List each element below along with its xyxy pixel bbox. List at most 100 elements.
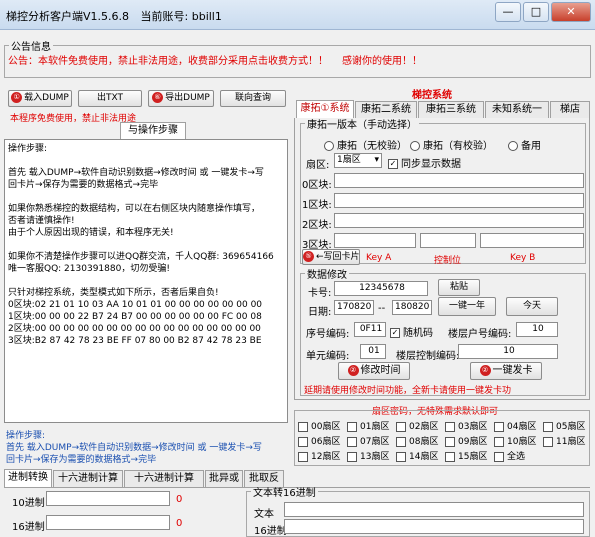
random-code-label: 随机码	[403, 328, 433, 339]
random-code-checkbox[interactable]: ✓ 随机码	[390, 324, 433, 339]
sector-checkbox-label: 03扇区	[458, 422, 488, 432]
export-dump-button[interactable]: ⑥ 导出DUMP	[148, 90, 214, 107]
floor-control-label: 楼层控制编码:	[396, 351, 460, 362]
one-year-button[interactable]: 一键一年	[438, 297, 496, 316]
date-from-input[interactable]: 170820	[334, 300, 374, 315]
operation-steps-text[interactable]: 操作步骤: 首先 载入DUMP→软件自动识别数据→修改时间 或 一键发卡→写 回…	[4, 139, 288, 423]
serial-code-input[interactable]: 0F11	[354, 322, 386, 337]
block-1-label: 1区块:	[302, 200, 332, 211]
sync-display-checkbox[interactable]: ✓ 同步显示数据	[388, 155, 461, 170]
sector-checkbox-label: 13扇区	[360, 452, 390, 462]
floor-code-input[interactable]: 10	[516, 322, 558, 337]
sector-select[interactable]: 1扇区 ▾	[334, 153, 382, 168]
block-3-control-input[interactable]	[420, 233, 476, 248]
checkbox-icon	[298, 451, 308, 462]
step-one-badge: ①	[11, 92, 23, 103]
load-dump-button[interactable]: ① 载入DUMP	[8, 90, 72, 107]
checkbox-icon	[347, 451, 357, 462]
sector-checkbox-label: 07扇区	[360, 437, 390, 447]
checkbox-icon	[298, 436, 308, 447]
block-3-key-b-input[interactable]	[480, 233, 584, 248]
sector-checkbox-13[interactable]: 13扇区	[347, 449, 389, 462]
tab-batch-xor[interactable]: 批异或	[205, 470, 243, 487]
radio-backup-dot	[508, 141, 518, 151]
sector-checkbox-9[interactable]: 09扇区	[445, 434, 487, 447]
sector-checkbox-16[interactable]: 全选	[494, 449, 525, 462]
close-button[interactable]: ✕	[551, 2, 591, 22]
radio-backup[interactable]: 备用	[508, 137, 541, 152]
issue-card-button[interactable]: ② 一键发卡	[470, 362, 542, 380]
sector-checkbox-label: 15扇区	[458, 452, 488, 462]
radio-with-check[interactable]: 康拓（有校验）	[410, 137, 493, 152]
checkbox-icon	[494, 436, 504, 447]
sector-checkbox-label: 01扇区	[360, 422, 390, 432]
sector-checkbox-11[interactable]: 11扇区	[543, 434, 585, 447]
text-label: 文本	[254, 509, 274, 520]
tab-hex-calc-2[interactable]: 十六进制计算	[124, 470, 204, 487]
announcement-legend: 公告信息	[11, 42, 51, 53]
checkbox-icon	[445, 436, 455, 447]
sector-checkbox-8[interactable]: 08扇区	[396, 434, 438, 447]
system-title: 梯控系统	[412, 90, 452, 101]
sector-checkbox-10[interactable]: 10扇区	[494, 434, 536, 447]
sector-checkbox-label: 全选	[507, 452, 526, 462]
text-input[interactable]	[284, 502, 584, 517]
dec-input[interactable]	[46, 491, 170, 506]
window-title: 梯控分析客户端V1.5.6.8	[6, 10, 130, 23]
hex-value: 0	[176, 518, 183, 529]
minimize-button[interactable]: —	[495, 2, 521, 22]
block-3-key-a-input[interactable]	[334, 233, 416, 248]
block-1-input[interactable]	[334, 193, 584, 208]
data-edit-legend: 数据修改	[307, 270, 347, 281]
checkbox-icon	[543, 436, 553, 447]
sector-checkbox-7[interactable]: 07扇区	[347, 434, 389, 447]
tab-operation-steps[interactable]: 与操作步骤	[120, 122, 186, 140]
sector-checkbox-label: 02扇区	[409, 422, 439, 432]
unit-code-input[interactable]: 01	[360, 344, 386, 359]
sector-checkbox-5[interactable]: 05扇区	[543, 419, 585, 432]
sector-checkbox-14[interactable]: 14扇区	[396, 449, 438, 462]
radio-no-check-dot	[324, 141, 334, 151]
modify-time-button[interactable]: ② 修改时间	[338, 362, 410, 380]
notice-line: 本程序免费使用，禁止非法用途	[10, 114, 137, 124]
bottom-steps-line2: 回卡片→保存为需要的数据格式→完毕	[6, 455, 157, 465]
sector-label: 扇区:	[306, 160, 330, 171]
export-txt-button[interactable]: 出TXT	[78, 90, 142, 107]
card-number-input[interactable]: 12345678	[334, 281, 428, 296]
date-to-input[interactable]: 180820	[392, 300, 432, 315]
block-2-input[interactable]	[334, 213, 584, 228]
dec-value: 0	[176, 494, 183, 505]
sector-checkbox-2[interactable]: 02扇区	[396, 419, 438, 432]
hex-input[interactable]	[46, 515, 170, 530]
hex-label: 16进制	[12, 522, 45, 533]
floor-control-input[interactable]: 10	[458, 344, 558, 359]
write-back-button[interactable]: ⑤ ←写回卡片	[302, 249, 360, 265]
query-button[interactable]: 联向查询	[220, 90, 286, 107]
block-0-label: 0区块:	[302, 180, 332, 191]
today-button[interactable]: 今天	[506, 297, 558, 316]
checkbox-icon	[396, 421, 406, 432]
sector-checkbox-3[interactable]: 03扇区	[445, 419, 487, 432]
sector-checkbox-6[interactable]: 06扇区	[298, 434, 340, 447]
modify-time-label: 修改时间	[360, 365, 401, 376]
text-hex-output[interactable]	[284, 519, 584, 534]
card-number-label: 卡号:	[308, 288, 332, 299]
control-bits-label: 控制位	[434, 256, 462, 266]
sector-checkbox-4[interactable]: 04扇区	[494, 419, 536, 432]
checkbox-icon	[445, 451, 455, 462]
sector-checkbox-1[interactable]: 01扇区	[347, 419, 389, 432]
announcement-thanks: 感谢你的使用！！	[342, 56, 422, 67]
paste-button[interactable]: 粘贴	[438, 279, 480, 296]
radio-no-check[interactable]: 康拓（无校验）	[324, 137, 407, 152]
sector-checkbox-15[interactable]: 15扇区	[445, 449, 487, 462]
sector-checkbox-12[interactable]: 12扇区	[298, 449, 340, 462]
maximize-button[interactable]: □	[523, 2, 549, 22]
tab-hex-calc-1[interactable]: 十六进制计算	[53, 470, 123, 487]
chevron-down-icon: ▾	[374, 155, 379, 165]
checkbox-icon	[298, 421, 308, 432]
block-0-input[interactable]	[334, 173, 584, 188]
random-check-icon: ✓	[390, 328, 400, 338]
tab-base-convert[interactable]: 进制转换	[4, 469, 52, 487]
date-label: 日期:	[308, 307, 332, 318]
sector-checkbox-0[interactable]: 00扇区	[298, 419, 340, 432]
